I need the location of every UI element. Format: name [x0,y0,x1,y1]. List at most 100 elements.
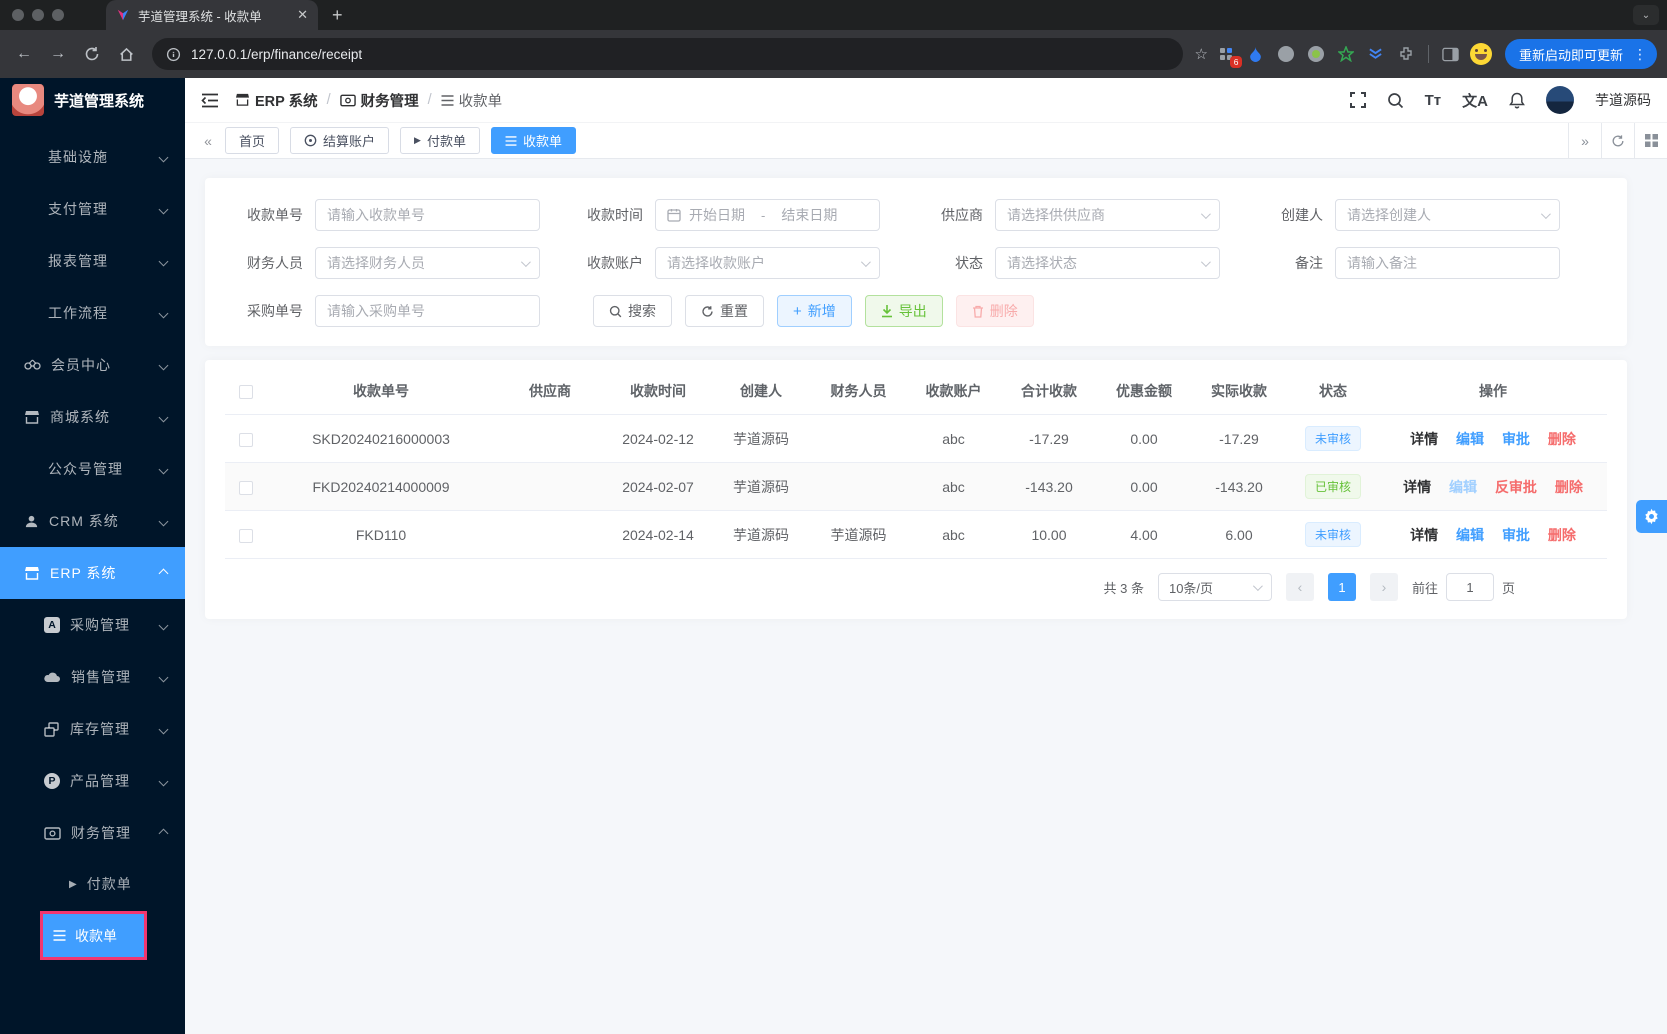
delete-link[interactable]: 删除 [1548,527,1576,543]
user-avatar[interactable] [1546,86,1574,114]
approve-link[interactable]: 审批 [1502,527,1530,543]
breadcrumb-finance[interactable]: 财务管理 [339,90,419,111]
approve-link[interactable]: 审批 [1502,431,1530,447]
sidebar: 芋道管理系统 基础设施 支付管理 报表管理 工作流程 会员中心 商城系统 公众号… [0,78,185,1034]
receipt-time-range-picker[interactable]: 开始日期 - 结束日期 [655,199,880,231]
breadcrumb-erp[interactable]: ERP 系统 [235,90,318,111]
sidebar-item-infrastructure[interactable]: 基础设施 [0,131,185,183]
sidebar-item-purchase-mgmt[interactable]: A 采购管理 [0,599,185,651]
sidebar-item-workflow[interactable]: 工作流程 [0,287,185,339]
sidebar-item-product-mgmt[interactable]: P 产品管理 [0,755,185,807]
extension-blocks-icon[interactable]: 6 [1214,42,1242,68]
prev-page-button[interactable]: ‹ [1285,573,1314,601]
favicon [116,8,130,22]
select-all-checkbox[interactable] [239,385,253,400]
tag-receipt-order[interactable]: 收款单 [490,127,576,154]
language-icon[interactable]: 文A [1462,90,1488,111]
receipt-no-input[interactable] [315,199,540,231]
extension-chevrons-icon[interactable] [1364,42,1388,66]
sidebar-item-crm-system[interactable]: CRM 系统 [0,495,185,547]
new-tab-button[interactable]: + [332,5,343,26]
row-checkbox[interactable] [239,432,253,447]
edit-link[interactable]: 编辑 [1456,527,1484,543]
status-select[interactable]: 请选择状态 [995,247,1220,279]
theme-settings-button[interactable] [1636,500,1667,533]
side-panel-icon[interactable] [1439,42,1463,66]
delete-link[interactable]: 删除 [1548,431,1576,447]
extensions-puzzle-icon[interactable] [1394,42,1418,66]
tag-payment-order[interactable]: ▶ 付款单 [400,127,480,154]
finance-staff-select[interactable]: 请选择财务人员 [315,247,540,279]
delete-button[interactable]: 删除 [955,295,1034,327]
delete-link[interactable]: 删除 [1555,479,1583,495]
tab-search-button[interactable]: ⌄ [1633,5,1659,25]
receipt-account-select[interactable]: 请选择收款账户 [655,247,880,279]
forward-button[interactable]: → [44,40,72,68]
sidebar-item-report-mgmt[interactable]: 报表管理 [0,235,185,287]
creator-select[interactable]: 请选择创建人 [1335,199,1560,231]
app-logo[interactable]: 芋道管理系统 [0,78,185,122]
sidebar-item-finance-mgmt[interactable]: 财务管理 [0,807,185,859]
site-info-icon[interactable] [166,47,181,62]
detail-link[interactable]: 详情 [1410,431,1438,447]
goto-page-input[interactable] [1445,573,1494,601]
extension-green-dot-icon[interactable] [1304,42,1328,66]
window-controls[interactable] [12,9,64,21]
sidebar-item-payment-mgmt[interactable]: 支付管理 [0,183,185,235]
sidebar-item-mall-system[interactable]: 商城系统 [0,391,185,443]
bookmark-star-icon[interactable]: ☆ [1195,45,1208,63]
page-size-select[interactable]: 10条/页 [1157,573,1272,601]
tags-scroll-right-icon[interactable]: » [1568,123,1601,158]
fullscreen-icon[interactable] [1349,92,1366,108]
row-checkbox[interactable] [239,528,253,543]
status-badge: 未审核 [1304,522,1361,547]
tab-close-icon[interactable]: ✕ [297,7,308,23]
browser-tab[interactable]: 芋道管理系统 - 收款单 ✕ [106,0,318,30]
tags-refresh-icon[interactable] [1601,123,1634,158]
sidebar-item-member-center[interactable]: 会员中心 [0,339,185,391]
detail-link[interactable]: 详情 [1410,527,1438,543]
edit-link[interactable]: 编辑 [1456,431,1484,447]
current-page[interactable]: 1 [1327,573,1356,601]
font-size-icon[interactable]: Tт [1425,92,1442,109]
purchase-no-input[interactable] [315,295,540,327]
url-text[interactable]: 127.0.0.1/erp/finance/receipt [191,47,1169,62]
sidebar-item-inventory-mgmt[interactable]: 库存管理 [0,703,185,755]
back-button[interactable]: ← [10,40,38,68]
list-icon [53,930,66,941]
sidebar-item-receipt-order[interactable]: 收款单 [43,914,144,957]
detail-link[interactable]: 详情 [1403,479,1431,495]
sidebar-item-official-account[interactable]: 公众号管理 [0,443,185,495]
browser-update-button[interactable]: 重新启动即可更新 ⋮ [1504,39,1657,69]
search-button[interactable]: 搜索 [593,295,672,327]
add-button[interactable]: + 新增 [777,295,852,327]
supplier-select[interactable]: 请选择供供应商 [995,199,1220,231]
profile-avatar-icon[interactable] [1469,42,1493,66]
address-bar[interactable]: 127.0.0.1/erp/finance/receipt [152,38,1183,70]
sidebar-item-erp-system[interactable]: ERP 系统 [0,547,185,599]
next-page-button[interactable]: › [1369,573,1398,601]
chevron-down-icon [158,672,169,682]
reload-button[interactable] [78,40,106,68]
reset-button[interactable]: 重置 [685,295,764,327]
sidebar-fold-icon[interactable] [201,93,219,108]
tag-settlement-account[interactable]: 结算账户 [290,127,390,154]
extension-drop-icon[interactable] [1244,42,1268,66]
sidebar-item-sales-mgmt[interactable]: 销售管理 [0,651,185,703]
extension-grey-icon[interactable] [1274,42,1298,66]
remark-input[interactable] [1335,247,1560,279]
export-button[interactable]: 导出 [864,295,943,327]
unapprove-link[interactable]: 反审批 [1495,479,1537,495]
row-checkbox[interactable] [239,480,253,495]
username: 芋道源码 [1595,92,1651,108]
sidebar-item-payment-order[interactable]: ▶ 付款单 [0,859,185,909]
browser-menu-kebab-icon[interactable]: ⋮ [1629,46,1651,63]
search-icon[interactable] [1387,92,1404,109]
extension-star-icon[interactable] [1334,42,1358,66]
list-icon [441,94,454,106]
notification-bell-icon[interactable] [1509,92,1525,109]
tag-home[interactable]: 首页 [225,127,280,154]
home-button[interactable] [112,40,140,68]
layout-grid-icon[interactable] [1634,123,1667,158]
tags-scroll-left-icon[interactable]: « [195,133,221,149]
